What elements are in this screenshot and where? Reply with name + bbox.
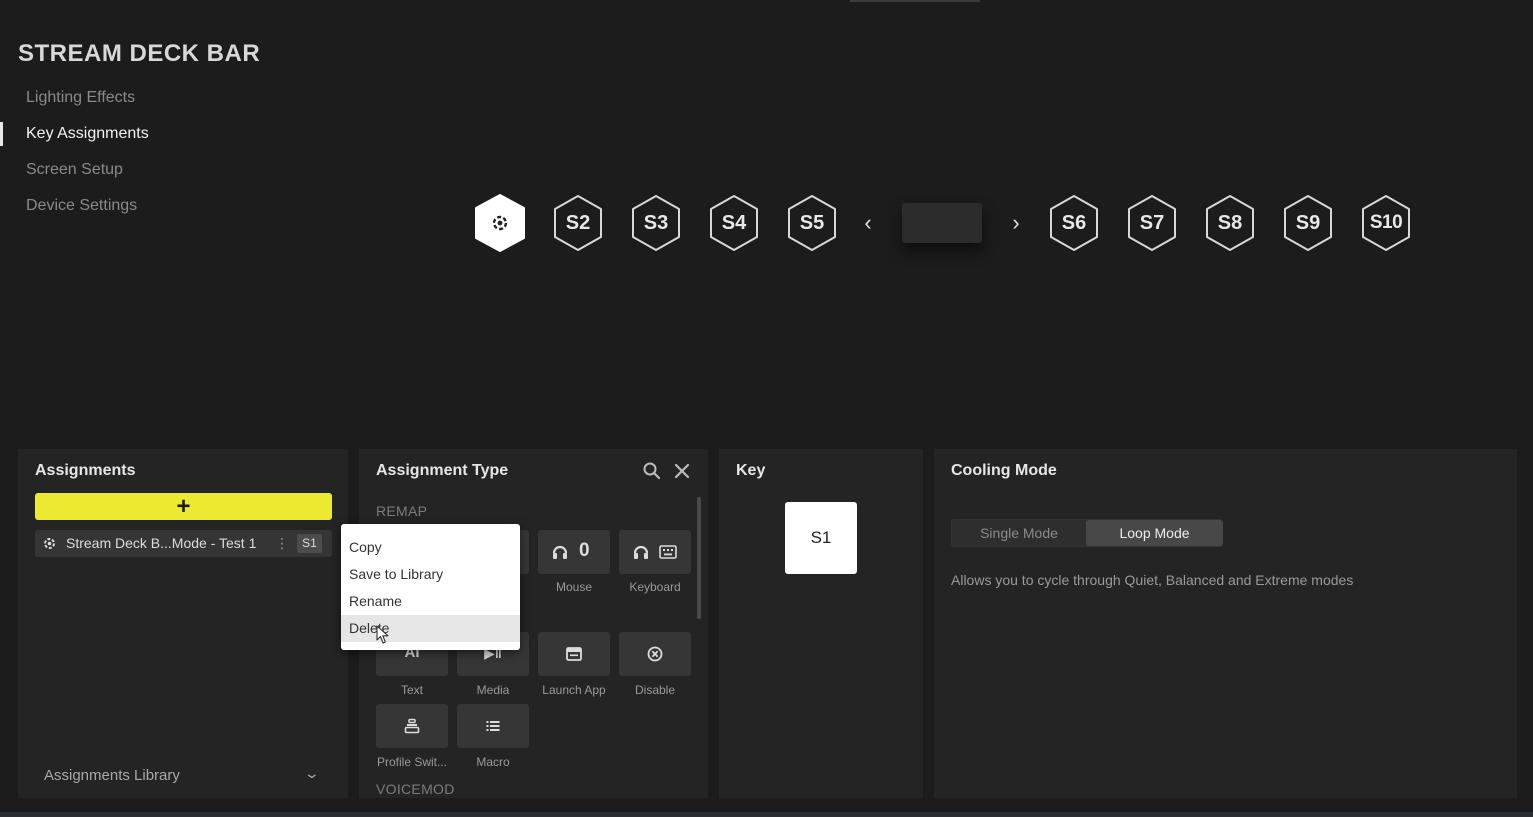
nav-item-device-settings[interactable]: Device Settings [0,188,300,224]
key-s10[interactable]: S10 [1360,194,1412,252]
key-s7[interactable]: S7 [1126,194,1178,252]
key-s5-label: S5 [799,212,825,234]
key-s2[interactable]: S2 [552,194,604,252]
search-icon[interactable] [642,461,662,481]
mouse-icon [552,545,568,559]
key-s3-label: S3 [643,212,669,234]
profile-switch-icon [404,718,420,734]
cooling-mode-title: Cooling Mode [951,462,1057,479]
single-mode-button[interactable]: Single Mode [952,520,1086,546]
key-title: Key [736,462,766,479]
close-icon[interactable] [672,461,692,481]
key-s1-tile[interactable]: S1 [785,502,857,574]
top-tab-indicator [850,0,980,2]
assignments-title: Assignments [35,462,136,479]
section-remap: REMAP [376,503,428,519]
screen-preview[interactable] [902,203,982,243]
assignments-panel: Assignments + Stream Deck B...Mode - Tes… [18,449,348,798]
menu-item-copy[interactable]: Copy [341,534,520,561]
side-nav: Lighting Effects Key Assignments Screen … [0,80,300,224]
launch-app-icon [566,647,582,661]
menu-item-delete[interactable]: Delete [341,615,520,642]
keyboard-icon [659,545,677,559]
key-s1-selected[interactable] [474,194,526,252]
headset-icon [633,545,649,559]
key-s9[interactable]: S9 [1282,194,1334,252]
nav-item-lighting-effects[interactable]: Lighting Effects [0,80,300,116]
tile-macro[interactable] [457,704,529,748]
key-s7-label: S7 [1139,212,1165,234]
key-s10-label: S10 [1369,212,1403,233]
mouse-cursor-icon [376,625,389,644]
tile-keyboard[interactable] [619,530,691,574]
disable-icon [647,646,663,662]
key-s5[interactable]: S5 [786,194,838,252]
assignments-library-toggle[interactable]: Assignments Library ⌄ [44,765,324,784]
menu-item-save-to-library[interactable]: Save to Library [341,561,520,588]
cooling-mode-panel: Cooling Mode Single Mode Loop Mode Allow… [934,449,1517,798]
assignment-key-badge: S1 [297,534,322,553]
tile-text-caption: Text [400,683,423,697]
assignment-row[interactable]: Stream Deck B...Mode - Test 1 ⋮ S1 [35,530,332,557]
assignments-library-label: Assignments Library [44,767,180,784]
scrollbar[interactable] [697,497,701,619]
key-s8[interactable]: S8 [1204,194,1256,252]
key-strip: S2 S3 S4 S5 ‹ › S6 S7 S8 S9 S10 [470,194,1420,254]
tile-macro-caption: Macro [476,755,510,769]
key-s2-label: S2 [565,212,591,234]
plus-icon: + [176,493,191,520]
assignment-name: Stream Deck B...Mode - Test 1 [66,535,257,551]
tile-media-caption: Media [476,683,510,697]
page-title: STREAM DECK BAR [18,40,261,67]
loop-mode-button[interactable]: Loop Mode [1086,520,1223,546]
mouse-glyph: 0 [579,540,590,561]
tile-profile-switch[interactable] [376,704,448,748]
context-menu: Copy Save to Library Rename Delete [341,524,520,650]
key-panel: Key S1 [719,449,923,798]
cooling-mode-toggle: Single Mode Loop Mode [951,519,1223,547]
section-voicemod: VOICEMOD [376,781,455,797]
gear-icon [492,215,508,231]
assignment-type-title: Assignment Type [376,462,509,479]
tile-disable-caption: Disable [634,683,676,697]
next-arrow-icon[interactable]: › [1004,209,1028,237]
tile-keyboard-caption: Keyboard [629,580,681,594]
key-s3[interactable]: S3 [630,194,682,252]
tile-mouse-caption: Mouse [555,580,593,594]
key-s4-label: S4 [721,212,747,234]
macro-icon [486,721,500,731]
key-s9-label: S9 [1295,212,1321,234]
tile-launch-app-caption: Launch App [542,683,606,697]
key-s4[interactable]: S4 [708,194,760,252]
nav-item-screen-setup[interactable]: Screen Setup [0,152,300,188]
tile-profile-switch-caption: Profile Swit... [376,755,448,769]
menu-item-rename[interactable]: Rename [341,588,520,615]
key-s8-label: S8 [1217,212,1243,234]
key-s6[interactable]: S6 [1048,194,1100,252]
prev-arrow-icon[interactable]: ‹ [856,209,880,237]
more-options-icon[interactable]: ⋮ [275,530,289,557]
gear-icon [44,538,55,549]
nav-item-key-assignments[interactable]: Key Assignments [0,116,300,152]
add-assignment-button[interactable]: + [35,493,332,520]
tile-launch-app[interactable] [538,632,610,676]
cooling-mode-description: Allows you to cycle through Quiet, Balan… [951,572,1354,588]
tile-disable[interactable] [619,632,691,676]
key-s6-label: S6 [1061,212,1087,234]
tile-mouse[interactable]: 0 [538,530,610,574]
bottom-edge [0,812,1533,817]
chevron-down-icon: ⌄ [303,765,321,781]
